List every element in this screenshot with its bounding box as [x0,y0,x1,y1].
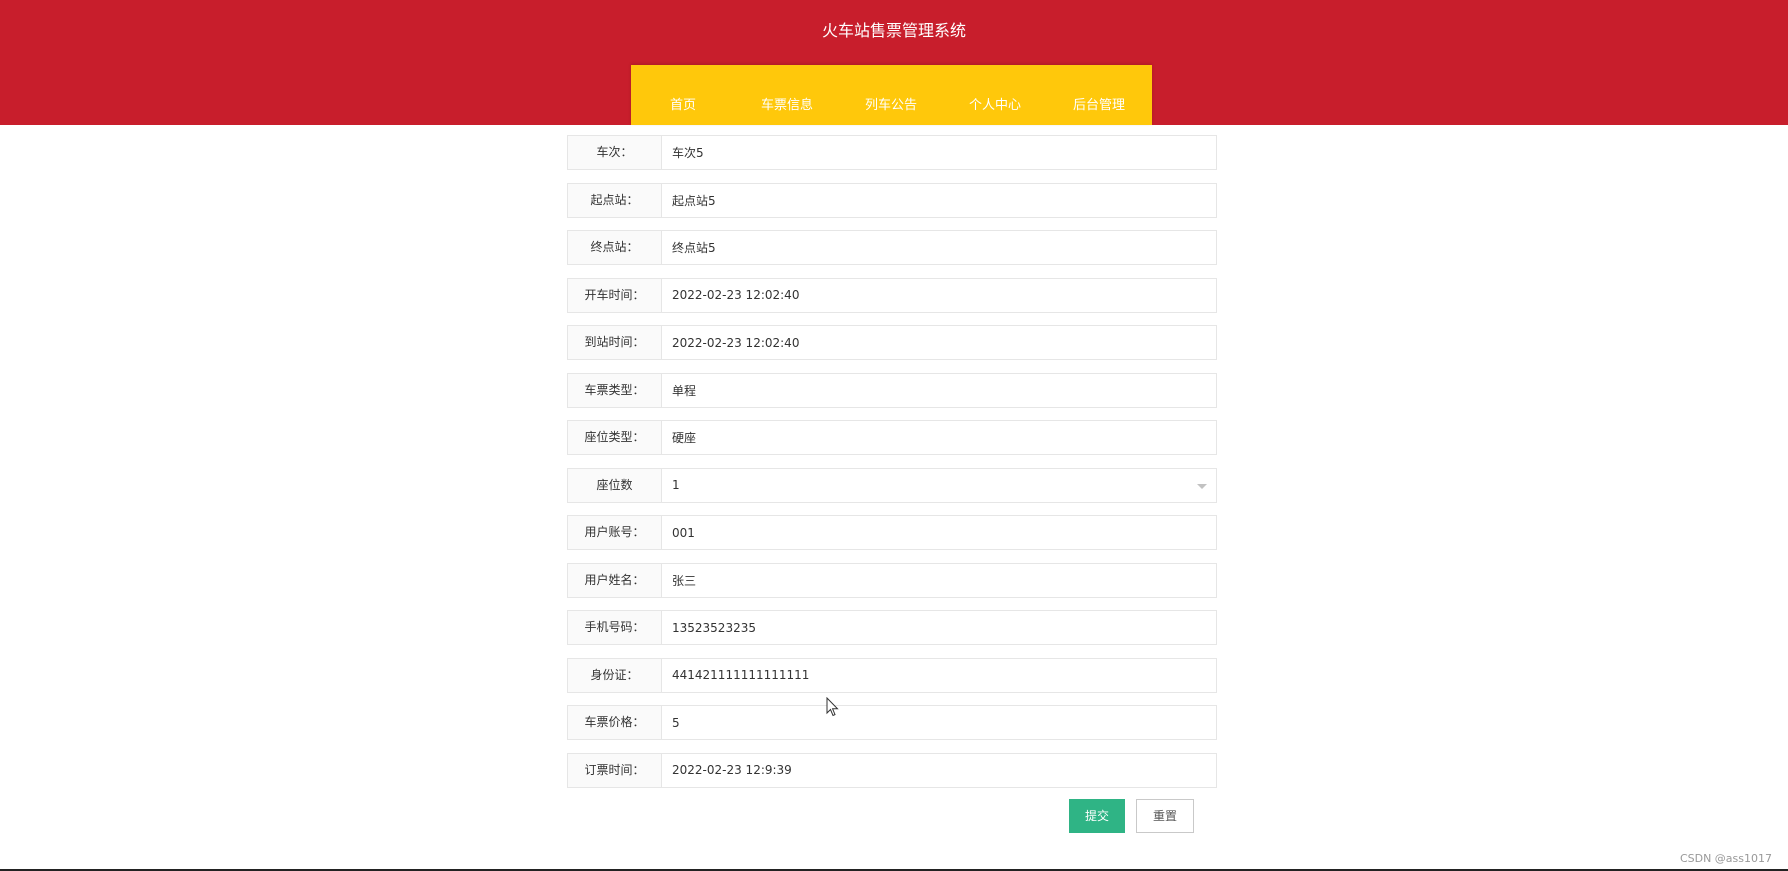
form-row-order-time: 订票时间： [567,752,1219,788]
seat-type-input[interactable] [661,420,1217,455]
nav-item-personal-center[interactable]: 个人中心 [943,97,1047,115]
form-row-seat-type: 座位类型： [567,420,1219,455]
main-nav: 首页 车票信息 列车公告 个人中心 后台管理 [631,65,1152,125]
form-row-train-number: 车次： [567,135,1219,170]
csdn-watermark: CSDN @ass1017 [1679,852,1772,865]
form-row-id-card: 身份证： [567,657,1219,693]
field-label-ticket-price: 车票价格： [567,705,662,740]
form-row-phone: 手机号码： [567,610,1219,645]
site-header: 火车站售票管理系统 首页 车票信息 列车公告 个人中心 后台管理 [0,0,1788,125]
field-label-order-time: 订票时间： [567,752,662,788]
ticket-price-input[interactable] [661,705,1217,740]
mouse-cursor-icon [826,697,839,717]
form-row-seat-count: 座位数 1 [567,467,1219,503]
field-label-arrival-time: 到站时间： [567,325,662,360]
nav-item-admin[interactable]: 后台管理 [1047,97,1151,115]
id-card-input[interactable] [661,657,1217,693]
phone-input[interactable] [661,610,1217,645]
site-title: 火车站售票管理系统 [821,21,966,40]
field-label-train-number: 车次： [567,135,662,170]
field-label-departure-time: 开车时间： [567,277,662,313]
field-label-phone: 手机号码： [567,610,662,645]
form-row-user-name: 用户姓名： [567,562,1219,598]
form-row-ticket-price: 车票价格： [567,705,1219,740]
order-time-input[interactable] [661,752,1217,788]
field-label-id-card: 身份证： [567,657,662,693]
nav-item-train-notice[interactable]: 列车公告 [839,97,943,115]
submit-button[interactable]: 提交 [1069,799,1125,833]
field-label-user-name: 用户姓名： [567,562,662,598]
reset-button[interactable]: 重置 [1136,799,1194,833]
form-row-arrival-time: 到站时间： [567,325,1219,360]
ticket-type-input[interactable] [661,372,1217,408]
form-row-departure-time: 开车时间： [567,277,1219,313]
user-name-input[interactable] [661,562,1217,598]
arrival-time-input[interactable] [661,325,1217,360]
departure-time-input[interactable] [661,277,1217,313]
field-label-departure-station: 起点站： [567,182,662,218]
form-row-arrival-station: 终点站： [567,230,1219,265]
seat-count-selected-value: 1 [672,477,680,492]
chevron-down-icon [1197,483,1207,489]
field-label-seat-type: 座位类型： [567,420,662,455]
nav-item-home[interactable]: 首页 [631,97,735,115]
field-label-user-account: 用户账号： [567,515,662,550]
departure-station-input[interactable] [661,182,1217,218]
user-account-input[interactable] [661,515,1217,550]
form-row-departure-station: 起点站： [567,182,1219,218]
field-label-ticket-type: 车票类型： [567,372,662,408]
field-label-arrival-station: 终点站： [567,230,662,265]
train-number-input[interactable] [661,135,1217,170]
form-row-ticket-type: 车票类型： [567,372,1219,408]
seat-count-select[interactable]: 1 [661,467,1217,503]
form-row-user-account: 用户账号： [567,515,1219,550]
field-label-seat-count: 座位数 [567,467,662,503]
arrival-station-input[interactable] [661,230,1217,265]
ticket-order-form: 车次： 起点站： 终点站： 开车时间： 到站时间： 车票类型： 座位类型： 座位… [567,135,1219,800]
nav-item-ticket-info[interactable]: 车票信息 [735,97,839,115]
